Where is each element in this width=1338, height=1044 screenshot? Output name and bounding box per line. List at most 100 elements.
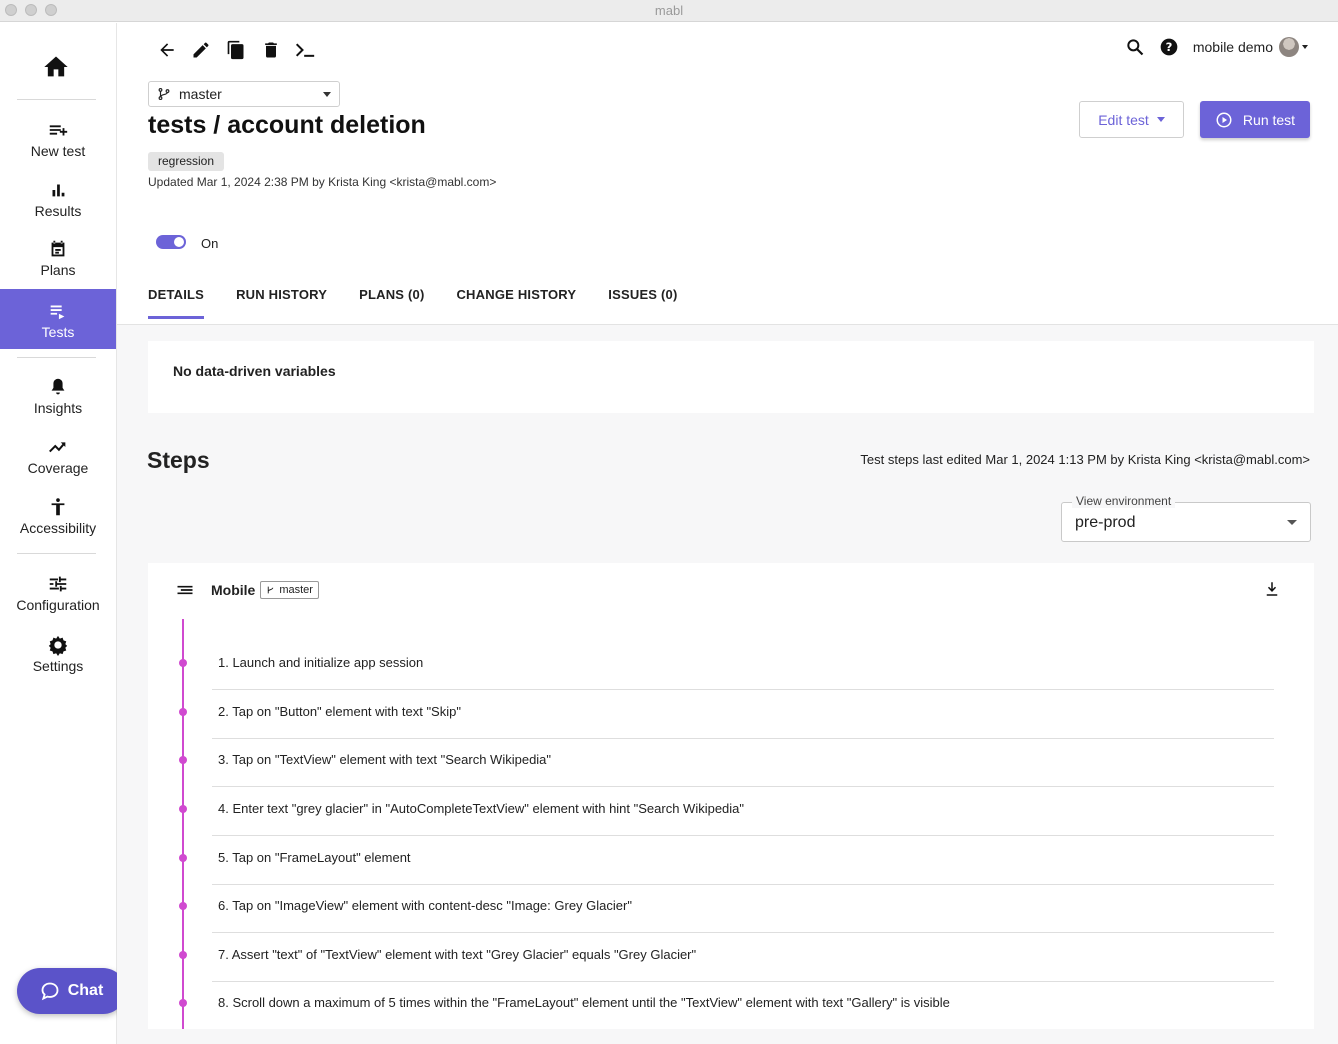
new-test-icon [49,125,68,136]
step-dot [179,999,187,1007]
step-row[interactable]: 6. Tap on "ImageView" element with conte… [179,884,1274,933]
step-row[interactable]: 1. Launch and initialize app session [179,641,1274,690]
user-menu[interactable] [1279,37,1308,57]
run-test-button[interactable]: Run test [1200,101,1310,138]
sidebar-item-label: Coverage [27,460,89,476]
updated-info: Updated Mar 1, 2024 2:38 PM by Krista Ki… [148,175,497,189]
sidebar-divider [17,357,96,358]
step-text: 6. Tap on "ImageView" element with conte… [218,898,632,913]
search-icon[interactable] [1125,37,1145,57]
edit-test-label: Edit test [1098,111,1149,128]
help-icon[interactable]: ? [1159,37,1179,57]
branch-select[interactable]: master [148,81,340,107]
bell-icon [51,378,65,395]
step-dot [179,902,187,910]
step-dot [179,659,187,667]
environment-label: View environment [1072,494,1176,508]
top-right-controls: ? mobile demo [1125,37,1308,57]
sidebar-item-tests[interactable]: Tests [0,289,116,349]
chevron-down-icon [1156,117,1165,122]
tab-bar: DETAILS RUN HISTORY PLANS (0) CHANGE HIS… [148,287,677,319]
sidebar-item-configuration[interactable]: Configuration [0,573,116,613]
steps-title: Steps [147,447,210,473]
step-row[interactable]: 7. Assert "text" of "TextView" element w… [179,933,1274,982]
enabled-toggle[interactable] [156,235,186,249]
tab-run-history[interactable]: RUN HISTORY [236,287,327,319]
step-dot [179,756,187,764]
home-icon[interactable] [42,53,70,81]
sidebar: New test Results Plans Tests Insights Co… [0,23,117,1044]
sidebar-item-label: Insights [33,400,83,416]
flow-branch-label: master [279,584,313,596]
user-name[interactable]: mobile demo [1193,39,1273,55]
edit-pencil-icon[interactable] [191,40,211,60]
sidebar-item-settings[interactable]: Settings [0,634,116,674]
step-row[interactable]: 5. Tap on "FrameLayout" element [179,836,1274,885]
flow-header[interactable]: Mobile master [175,580,319,600]
chat-bubble-icon [41,982,59,1001]
environment-value: pre-prod [1075,514,1136,531]
step-dot [179,854,187,862]
step-row[interactable]: 2. Tap on "Button" element with text "Sk… [179,690,1274,739]
toggle-knob [174,237,184,247]
sidebar-item-label: Tests [41,324,75,340]
chat-button[interactable]: Chat [17,968,126,1014]
bar-chart-icon [52,184,65,197]
main-content: ? mobile demo master tests / account del… [117,23,1338,1044]
step-text: 5. Tap on "FrameLayout" element [218,850,411,865]
sidebar-item-label: Accessibility [19,520,97,536]
sidebar-item-plans[interactable]: Plans [0,238,116,278]
trash-icon[interactable] [261,40,281,60]
step-row[interactable]: 4. Enter text "grey glacier" in "AutoCom… [179,787,1274,836]
sliders-icon [49,576,67,592]
sidebar-item-label: Settings [32,658,84,674]
tab-details[interactable]: DETAILS [148,287,205,319]
sidebar-divider [17,553,96,554]
label-tag[interactable]: regression [148,152,225,171]
step-row[interactable]: 3. Tap on "TextView" element with text "… [179,738,1274,787]
download-icon[interactable] [1263,580,1281,598]
sidebar-item-results[interactable]: Results [0,179,116,219]
steps-timeline [182,619,184,1029]
gear-icon [48,635,68,656]
sidebar-item-insights[interactable]: Insights [0,376,116,416]
trending-up-icon [49,442,66,453]
branch-select-value: master [179,86,222,102]
no-variables-text: No data-driven variables [173,363,336,379]
chevron-down-icon [323,92,331,97]
tab-change-history[interactable]: CHANGE HISTORY [456,287,576,319]
tab-plans[interactable]: PLANS (0) [359,287,424,319]
window-title: mabl [654,3,684,18]
accessibility-icon [51,498,65,516]
edit-test-button[interactable]: Edit test [1079,101,1184,138]
svg-text:?: ? [1165,40,1172,54]
steps-edited-info: Test steps last edited Mar 1, 2024 1:13 … [860,452,1310,467]
chevron-down-icon [1302,45,1308,49]
sidebar-item-coverage[interactable]: Coverage [0,436,116,476]
play-circle-icon [1216,112,1232,127]
back-arrow-icon[interactable] [157,40,177,60]
page-title: tests / account deletion [148,111,426,139]
variables-card: No data-driven variables [148,341,1314,413]
sidebar-item-label: New test [30,143,86,159]
flow-lines-icon [177,585,193,595]
flow-branch-chip: master [260,581,319,599]
step-text: 7. Assert "text" of "TextView" element w… [218,947,697,962]
sidebar-item-accessibility[interactable]: Accessibility [0,496,116,536]
tab-issues[interactable]: ISSUES (0) [608,287,677,319]
copy-icon[interactable] [226,40,246,60]
sidebar-item-new-test[interactable]: New test [0,119,116,159]
terminal-icon[interactable] [293,40,317,60]
step-text: 1. Launch and initialize app session [218,655,424,670]
environment-select[interactable]: View environment pre-prod [1061,494,1311,542]
run-test-label: Run test [1242,111,1296,128]
tests-list-icon [50,305,65,320]
step-text: 3. Tap on "TextView" element with text "… [218,752,552,767]
git-branch-icon [268,586,274,594]
step-dot [179,708,187,716]
step-row[interactable]: 8. Scroll down a maximum of 5 times with… [179,981,1274,1030]
flow-name: Mobile [211,582,256,598]
sidebar-item-label: Configuration [16,597,100,613]
calendar-icon [51,240,65,257]
step-dot [179,951,187,959]
